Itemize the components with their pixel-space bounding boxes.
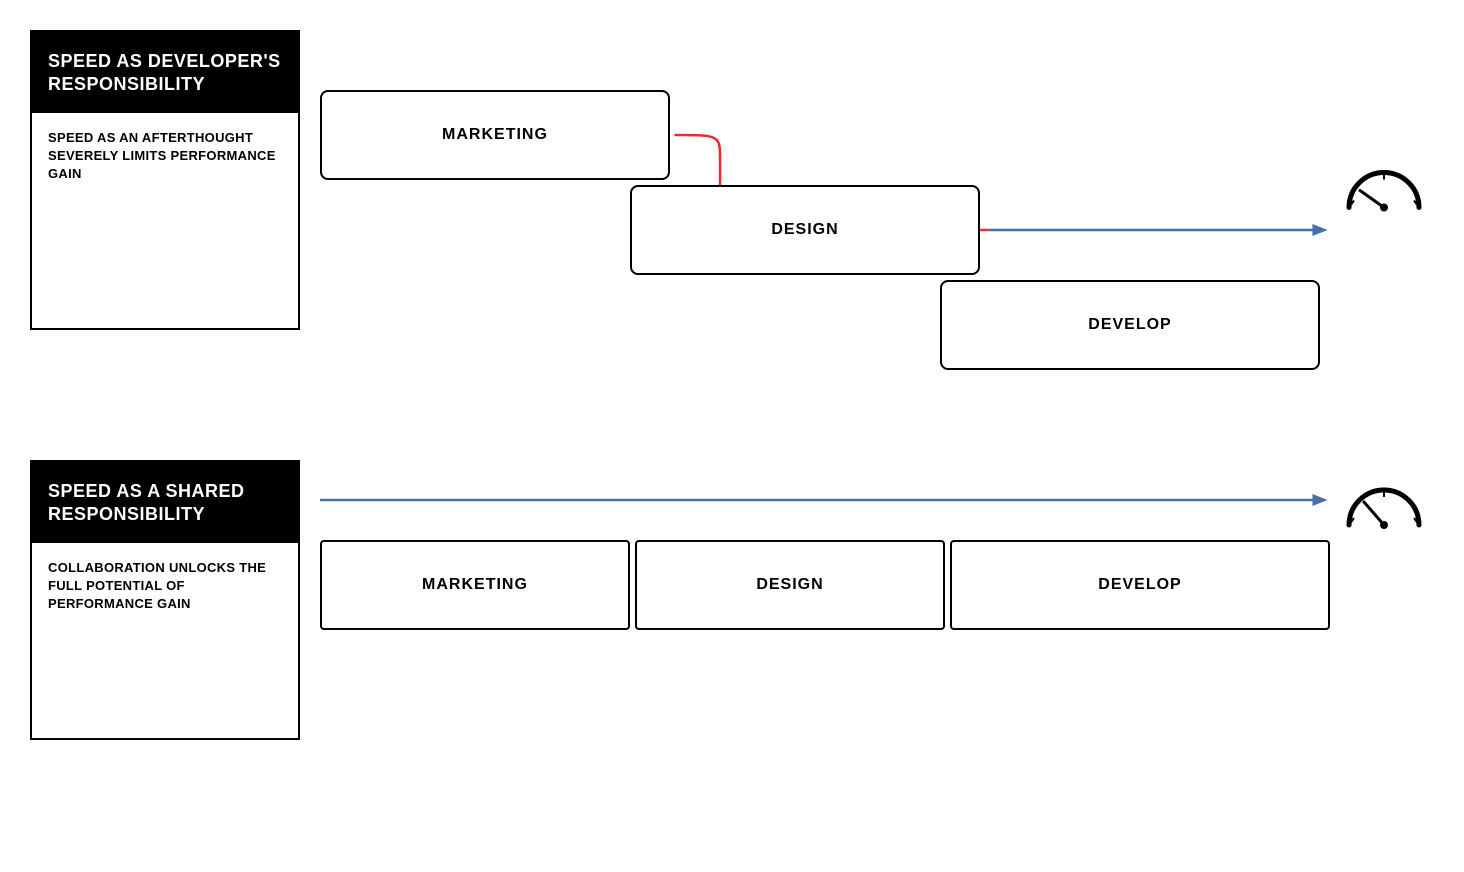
bottom-diagram: MARKETING DESIGN DEVELOP — [320, 460, 1434, 660]
top-marketing-box: MARKETING — [320, 90, 670, 180]
top-design-box: DESIGN — [630, 185, 980, 275]
top-card-body: SPEED AS AN AFTERTHOUGHT SEVERELY LIMITS… — [32, 113, 298, 200]
bottom-section: SPEED AS A SHARED RESPONSIBILITY COLLABO… — [30, 460, 1434, 740]
top-speedometer — [1334, 143, 1434, 228]
top-info-card: SPEED AS DEVELOPER'S RESPONSIBILITY SPEE… — [30, 30, 300, 330]
bottom-marketing-box: MARKETING — [320, 540, 630, 630]
bottom-card-body: COLLABORATION UNLOCKS THE FULL POTENTIAL… — [32, 543, 298, 630]
bottom-info-card: SPEED AS A SHARED RESPONSIBILITY COLLABO… — [30, 460, 300, 740]
top-section: SPEED AS DEVELOPER'S RESPONSIBILITY SPEE… — [30, 30, 1434, 410]
top-develop-box: DEVELOP — [940, 280, 1320, 370]
bottom-design-box: DESIGN — [635, 540, 945, 630]
bottom-develop-box: DEVELOP — [950, 540, 1330, 630]
bottom-card-header: SPEED AS A SHARED RESPONSIBILITY — [32, 462, 298, 543]
top-diagram: MARKETING DESIGN DEVELOP — [320, 30, 1434, 410]
top-card-header: SPEED AS DEVELOPER'S RESPONSIBILITY — [32, 32, 298, 113]
bottom-speedometer — [1334, 460, 1434, 545]
